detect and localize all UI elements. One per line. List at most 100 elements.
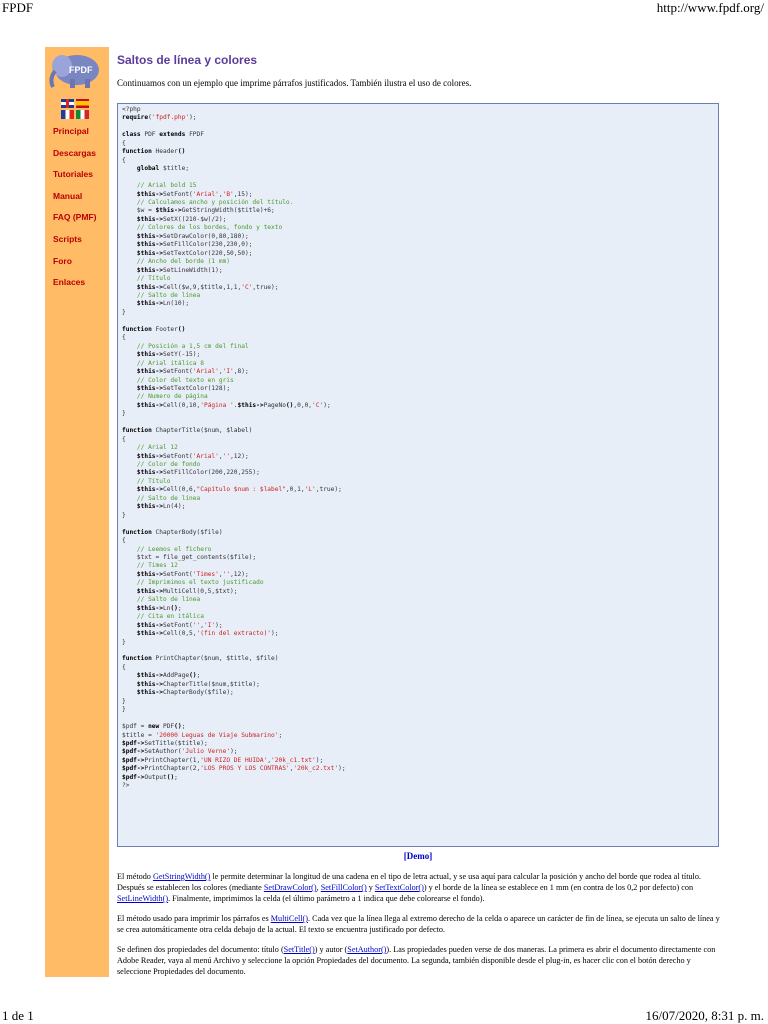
link-setlinewidth[interactable]: SetLineWidth() — [117, 894, 168, 903]
code-line: $this->SetFillColor(200,220,255); — [122, 469, 260, 476]
code-token: SetTextColor(220,50,50); — [162, 249, 253, 257]
code-token: PrintChapter($num, $title, $file) — [155, 655, 279, 663]
code-token: Footer — [155, 325, 178, 333]
code-token: ,12); — [230, 452, 249, 460]
nav-tutoriales[interactable]: Tutoriales — [53, 168, 96, 190]
code-token: () — [177, 148, 186, 156]
code-token: '' — [222, 570, 231, 578]
code-token: // Título — [136, 477, 171, 485]
code-token: require — [122, 114, 149, 122]
nav-foro[interactable]: Foro — [53, 255, 96, 277]
code-token: () — [174, 723, 182, 731]
link-settextcolor[interactable]: SetTextColor() — [375, 883, 424, 892]
code-line: function ChapterTitle($num, $label) — [122, 427, 252, 434]
sidebar: FPDF Principal Descargas Tutoriales Manu… — [45, 47, 109, 977]
code-line: $this->SetFont('','I'); — [122, 622, 223, 629]
code-token: function — [122, 655, 156, 663]
flag-en-icon[interactable] — [61, 99, 74, 108]
code-line: $this->SetFont('Arial','I',8); — [122, 368, 249, 375]
code-token: "Capítulo $num : $label" — [196, 486, 286, 494]
text: ) y el borde de la línea se establece en… — [423, 883, 694, 892]
code-line: { — [122, 157, 126, 164]
print-footer-date: 16/07/2020, 8:31 p. m. — [645, 1008, 764, 1023]
page-title: Saltos de línea y colores — [117, 53, 258, 67]
code-token: global — [136, 165, 163, 173]
code-line: // Imprimimos el texto justificado — [122, 579, 264, 586]
code-token: ChapterBody($file); — [162, 689, 234, 697]
link-setfillcolor[interactable]: SetFillColor() — [321, 883, 367, 892]
nav-descargas[interactable]: Descargas — [53, 147, 96, 169]
code-token: 'fpdf.php' — [151, 114, 190, 122]
code-token: AddPage — [162, 672, 190, 680]
code-line: { — [122, 334, 126, 341]
code-token: Output — [144, 773, 167, 781]
link-settitle[interactable]: SetTitle() — [284, 945, 315, 954]
link-setauthor[interactable]: SetAuthor() — [347, 945, 386, 954]
link-multicell[interactable]: MultiCell() — [271, 914, 308, 923]
code-token: $this-> — [136, 570, 163, 578]
code-token: SetFont( — [162, 452, 193, 460]
code-token: Cell(0,10, — [162, 401, 201, 409]
code-token: ); — [323, 401, 331, 409]
code-token: $this-> — [136, 368, 163, 376]
nav-principal[interactable]: Principal — [53, 125, 96, 147]
code-token: 'Arial' — [192, 368, 219, 376]
code-line: ?> — [122, 782, 129, 789]
demo-link[interactable]: [Demo] — [404, 851, 433, 861]
flag-it-icon[interactable] — [76, 110, 89, 119]
nav-manual[interactable]: Manual — [53, 190, 96, 212]
flag-es-icon[interactable] — [76, 99, 89, 108]
code-token: 'UN RIZO DE HUIDA' — [200, 756, 268, 764]
code-token: ,15); — [233, 190, 253, 198]
code-token: // Arial 12 — [136, 444, 178, 452]
code-line: // Salto de línea — [122, 292, 200, 299]
code-token: <?php — [122, 106, 141, 113]
link-getstringwidth[interactable]: GetStringWidth() — [153, 872, 210, 881]
code-token: ; — [196, 672, 201, 680]
code-line: $pdf->SetAuthor('Julio Verne'); — [122, 748, 238, 755]
flag-fr-icon[interactable] — [61, 110, 74, 119]
nav-scripts[interactable]: Scripts — [53, 233, 96, 255]
code-token: function — [122, 148, 156, 156]
code-line: $this->SetLineWidth(1); — [122, 267, 223, 274]
code-line: global $title; — [122, 165, 189, 172]
language-flags — [61, 99, 91, 121]
code-token: FPDF — [189, 131, 204, 139]
code-token: ,0,1, — [285, 486, 305, 494]
fpdf-elephant-logo[interactable]: FPDF — [47, 49, 105, 89]
code-token: // Arial bold 15 — [136, 182, 197, 190]
code-line: $this->ChapterTitle($num,$title); — [122, 681, 260, 688]
link-setdrawcolor[interactable]: SetDrawColor() — [264, 883, 317, 892]
code-token: $this-> — [136, 672, 163, 680]
code-token: $this-> — [136, 232, 163, 240]
code-token: $this-> — [136, 384, 163, 392]
code-line: $this->SetFont('Arial','B',15); — [122, 190, 253, 198]
code-listing: <?php require('fpdf.php'); class PDF ext… — [122, 106, 714, 791]
code-line: } — [122, 309, 126, 316]
code-token: } — [122, 511, 126, 519]
code-token: // Leemos el fichero — [136, 545, 212, 553]
code-token: // Salto de línea — [136, 291, 201, 299]
code-token: $this-> — [136, 266, 163, 274]
paragraph-multicell: El método usado para imprimir los párraf… — [117, 913, 721, 935]
nav-enlaces[interactable]: Enlaces — [53, 276, 96, 298]
code-token: SetFont( — [162, 570, 193, 578]
code-token: extends — [159, 131, 190, 139]
nav-faq[interactable]: FAQ (PMF) — [53, 211, 96, 233]
code-token: 'Times' — [192, 570, 219, 578]
code-token: { — [122, 537, 126, 545]
code-token: Cell(0,6, — [162, 486, 197, 494]
code-token: // Numero de página — [136, 393, 208, 401]
